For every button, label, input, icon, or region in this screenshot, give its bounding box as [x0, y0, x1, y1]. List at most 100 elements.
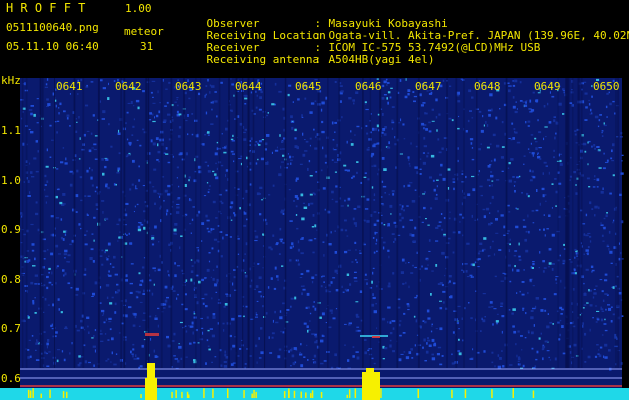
noise-speck	[604, 279, 608, 282]
noise-speck	[30, 223, 34, 226]
noise-speck	[49, 124, 52, 127]
noise-speck	[176, 206, 180, 209]
noise-speck	[184, 293, 187, 296]
noise-speck	[108, 255, 110, 257]
noise-speck	[551, 268, 554, 271]
noise-speck	[141, 344, 144, 348]
noise-speck	[452, 178, 455, 181]
signal-spike	[464, 389, 467, 398]
noise-speck	[278, 348, 282, 351]
noise-speck	[528, 332, 530, 334]
vertical-streak	[615, 78, 617, 368]
vertical-streak	[242, 78, 244, 368]
noise-speck	[306, 325, 309, 328]
noise-speck	[600, 190, 604, 194]
noise-speck	[230, 219, 233, 221]
noise-speck	[610, 320, 613, 323]
noise-speck	[547, 313, 549, 315]
noise-speck	[400, 118, 402, 122]
noise-speck	[69, 352, 71, 355]
noise-speck	[332, 317, 336, 320]
noise-speck	[334, 251, 337, 254]
vertical-streak	[147, 78, 150, 368]
noise-speck	[427, 337, 429, 340]
noise-speck	[314, 362, 316, 364]
noise-speck	[400, 271, 404, 274]
noise-speck	[529, 179, 533, 182]
noise-speck	[328, 326, 332, 329]
noise-speck	[185, 330, 188, 333]
noise-speck	[466, 242, 470, 245]
noise-speck	[431, 353, 434, 356]
noise-speck	[45, 195, 49, 198]
noise-speck	[258, 291, 262, 293]
noise-speck	[421, 122, 425, 126]
noise-speck	[469, 110, 472, 112]
noise-speck	[321, 312, 325, 316]
noise-speck	[424, 321, 427, 324]
noise-speck	[509, 243, 511, 246]
noise-speck	[271, 336, 274, 339]
signal-spike	[532, 390, 535, 398]
noise-speck	[381, 180, 384, 183]
noise-speck	[412, 91, 415, 93]
noise-speck	[294, 128, 297, 132]
noise-speck	[109, 328, 112, 331]
noise-speck	[311, 280, 314, 284]
noise-speck	[453, 187, 455, 191]
noise-speck	[470, 317, 473, 320]
noise-speck	[249, 284, 252, 288]
noise-speck	[44, 184, 47, 186]
noise-speck	[205, 362, 207, 365]
noise-speck	[611, 160, 614, 162]
noise-speck	[48, 351, 51, 353]
signal-spike	[512, 388, 514, 398]
signal-spike	[171, 391, 173, 398]
noise-speck	[310, 202, 314, 205]
noise-speck	[216, 265, 218, 268]
noise-speck	[307, 306, 310, 309]
noise-speck	[544, 309, 547, 312]
noise-speck	[401, 205, 404, 208]
noise-speck	[495, 179, 500, 181]
signal-spike	[62, 391, 65, 398]
noise-speck	[312, 305, 315, 308]
noise-speck	[313, 238, 317, 240]
noise-speck	[176, 97, 179, 99]
time-tick-label: 0646	[355, 80, 382, 93]
noise-speck	[230, 347, 232, 351]
noise-speck	[387, 321, 389, 324]
noise-speck	[328, 243, 332, 246]
noise-speck	[560, 313, 563, 315]
noise-speck	[59, 201, 63, 205]
noise-speck	[155, 114, 159, 118]
noise-speck	[356, 161, 359, 163]
noise-speck	[518, 356, 520, 358]
noise-speck	[507, 204, 510, 207]
noise-speck	[105, 360, 108, 362]
noise-speck	[503, 225, 506, 229]
noise-speck	[132, 125, 135, 128]
noise-speck	[527, 214, 529, 218]
noise-speck	[423, 206, 426, 210]
noise-speck	[459, 213, 462, 216]
noise-speck	[402, 332, 406, 334]
noise-speck	[44, 352, 48, 354]
signal-spike	[380, 388, 382, 398]
noise-speck	[294, 296, 297, 300]
noise-speck	[115, 291, 117, 294]
noise-speck	[307, 359, 309, 361]
noise-speck	[518, 255, 521, 258]
noise-speck	[494, 275, 497, 278]
noise-speck	[561, 325, 564, 328]
noise-speck	[29, 191, 31, 194]
noise-speck	[209, 185, 211, 187]
noise-speck	[114, 302, 117, 306]
noise-speck	[190, 278, 193, 282]
noise-speck	[138, 325, 141, 327]
noise-speck	[277, 355, 281, 359]
noise-speck	[167, 113, 171, 116]
noise-speck	[342, 291, 345, 293]
noise-speck	[302, 132, 304, 136]
noise-speck	[582, 307, 585, 309]
